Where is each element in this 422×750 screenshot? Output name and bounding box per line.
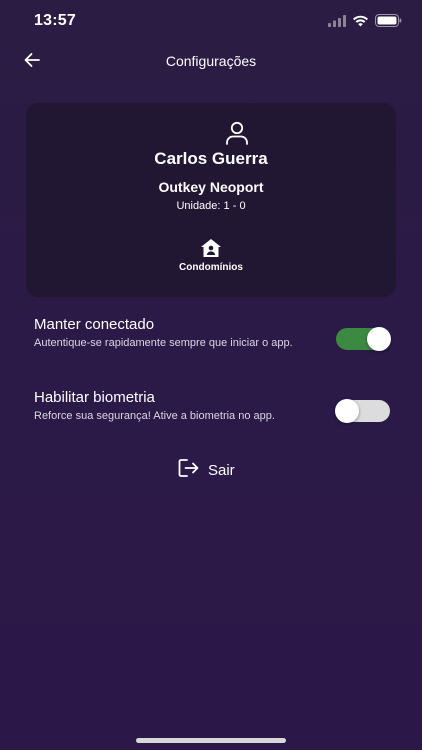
setting-keep-connected: Manter conectado Autentique-se rapidamen… [34, 316, 394, 351]
unit-value: 1 - 0 [223, 200, 246, 212]
user-name: Carlos Guerra [154, 149, 268, 168]
status-icons [328, 14, 402, 32]
unit-info: Unidade: 1 - 0 [26, 200, 396, 212]
keep-connected-toggle[interactable] [336, 327, 391, 351]
battery-icon [375, 14, 402, 32]
setting-description: Autentique-se rapidamente sempre que ini… [34, 337, 293, 349]
toggle-knob [367, 327, 391, 351]
condominiums-label: Condomínios [179, 262, 243, 273]
setting-description: Reforce sua segurança! Ative a biometria… [34, 410, 275, 422]
logout-button[interactable]: Sair [178, 458, 235, 482]
home-user-icon [200, 238, 222, 258]
signal-icon [328, 14, 346, 32]
company-name: Outkey Neoport [158, 179, 264, 195]
nav-bar: Configurações [0, 44, 422, 80]
logout-icon [178, 458, 200, 483]
wifi-icon [352, 14, 369, 32]
status-time: 13:57 [34, 12, 76, 29]
profile-card: Carlos Guerra Outkey Neoport Unidade: 1 … [26, 103, 396, 297]
toggle-knob [335, 399, 359, 423]
setting-biometrics: Habilitar biometria Reforce sua seguranç… [34, 389, 394, 423]
home-indicator [136, 738, 286, 743]
unit-label: Unidade: [176, 200, 221, 212]
logout-label: Sair [208, 461, 235, 479]
status-bar: 13:57 [0, 0, 422, 44]
biometrics-toggle[interactable] [335, 399, 390, 423]
condominiums-button[interactable]: Condomínios [156, 236, 266, 280]
page-title: Configurações [165, 53, 257, 69]
user-icon [224, 120, 250, 146]
